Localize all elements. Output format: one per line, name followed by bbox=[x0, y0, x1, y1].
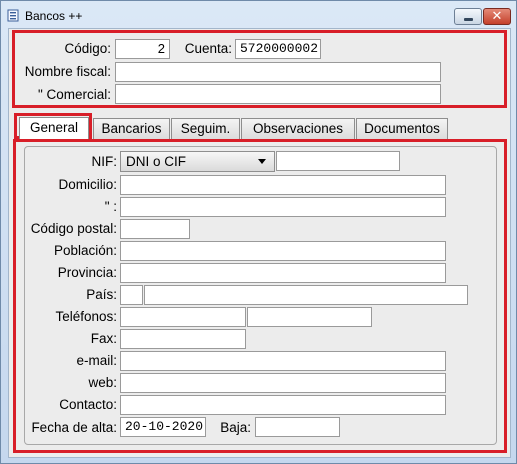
pais-code-field[interactable] bbox=[120, 285, 143, 305]
codigo-field[interactable]: 2 bbox=[115, 39, 170, 59]
window-title: Bancos ++ bbox=[25, 9, 83, 23]
tab-observaciones[interactable]: Observaciones bbox=[241, 118, 355, 139]
email-field[interactable] bbox=[120, 351, 446, 371]
baja-field[interactable] bbox=[255, 417, 340, 437]
cuenta-field[interactable]: 5720000002 bbox=[235, 39, 321, 59]
window: Bancos ++ ✕ Código: 2 Cuenta: 5720000002… bbox=[0, 0, 517, 464]
nif-type-select[interactable]: DNI o CIF bbox=[120, 151, 275, 172]
tab-general[interactable]: General bbox=[19, 117, 89, 139]
contacto-label: Contacto: bbox=[59, 397, 117, 412]
baja-label: Baja: bbox=[220, 420, 251, 435]
comercial-label: " Comercial: bbox=[37, 87, 111, 102]
domicilio2-field[interactable] bbox=[120, 197, 446, 217]
nif-type-value: DNI o CIF bbox=[126, 154, 187, 169]
web-field[interactable] bbox=[120, 373, 446, 393]
nif-field[interactable] bbox=[276, 151, 400, 171]
close-button[interactable]: ✕ bbox=[483, 8, 511, 25]
provincia-label: Provincia: bbox=[57, 265, 117, 280]
pais-label: País: bbox=[86, 287, 117, 302]
comercial-field[interactable] bbox=[115, 84, 441, 104]
fax-label: Fax: bbox=[90, 331, 117, 346]
web-label: web: bbox=[88, 375, 117, 390]
nombre-fiscal-label: Nombre fiscal: bbox=[24, 64, 111, 79]
telefono1-field[interactable] bbox=[120, 307, 246, 327]
contacto-field[interactable] bbox=[120, 395, 446, 415]
email-label: e-mail: bbox=[76, 353, 117, 368]
tab-seguim[interactable]: Seguim. bbox=[171, 118, 240, 139]
poblacion-field[interactable] bbox=[120, 241, 446, 261]
nombre-fiscal-field[interactable] bbox=[115, 62, 441, 82]
tab-documentos[interactable]: Documentos bbox=[356, 118, 448, 139]
tab-bancarios[interactable]: Bancarios bbox=[93, 118, 170, 139]
domicilio-label: Domicilio: bbox=[58, 177, 117, 192]
provincia-field[interactable] bbox=[120, 263, 446, 283]
fax-field[interactable] bbox=[120, 329, 246, 349]
cuenta-label: Cuenta: bbox=[184, 41, 232, 56]
telefono2-field[interactable] bbox=[247, 307, 372, 327]
pais-field[interactable] bbox=[144, 285, 468, 305]
poblacion-label: Población: bbox=[53, 243, 117, 258]
telefonos-label: Teléfonos: bbox=[55, 309, 117, 324]
codigo-postal-field[interactable] bbox=[120, 219, 190, 239]
domicilio2-label: " : bbox=[104, 199, 117, 214]
codigo-postal-label: Código postal: bbox=[30, 221, 117, 236]
close-icon: ✕ bbox=[491, 8, 503, 23]
fecha-alta-label: Fecha de alta: bbox=[31, 420, 117, 435]
codigo-label: Código: bbox=[64, 41, 111, 56]
app-icon bbox=[7, 9, 19, 22]
title-bar[interactable]: Bancos ++ ✕ bbox=[1, 1, 516, 29]
domicilio-field[interactable] bbox=[120, 175, 446, 195]
nif-label: NIF: bbox=[91, 154, 118, 169]
fecha-alta-field[interactable]: 20-10-2020 bbox=[120, 417, 206, 437]
minimize-button[interactable] bbox=[454, 8, 482, 25]
chevron-down-icon bbox=[258, 159, 266, 164]
